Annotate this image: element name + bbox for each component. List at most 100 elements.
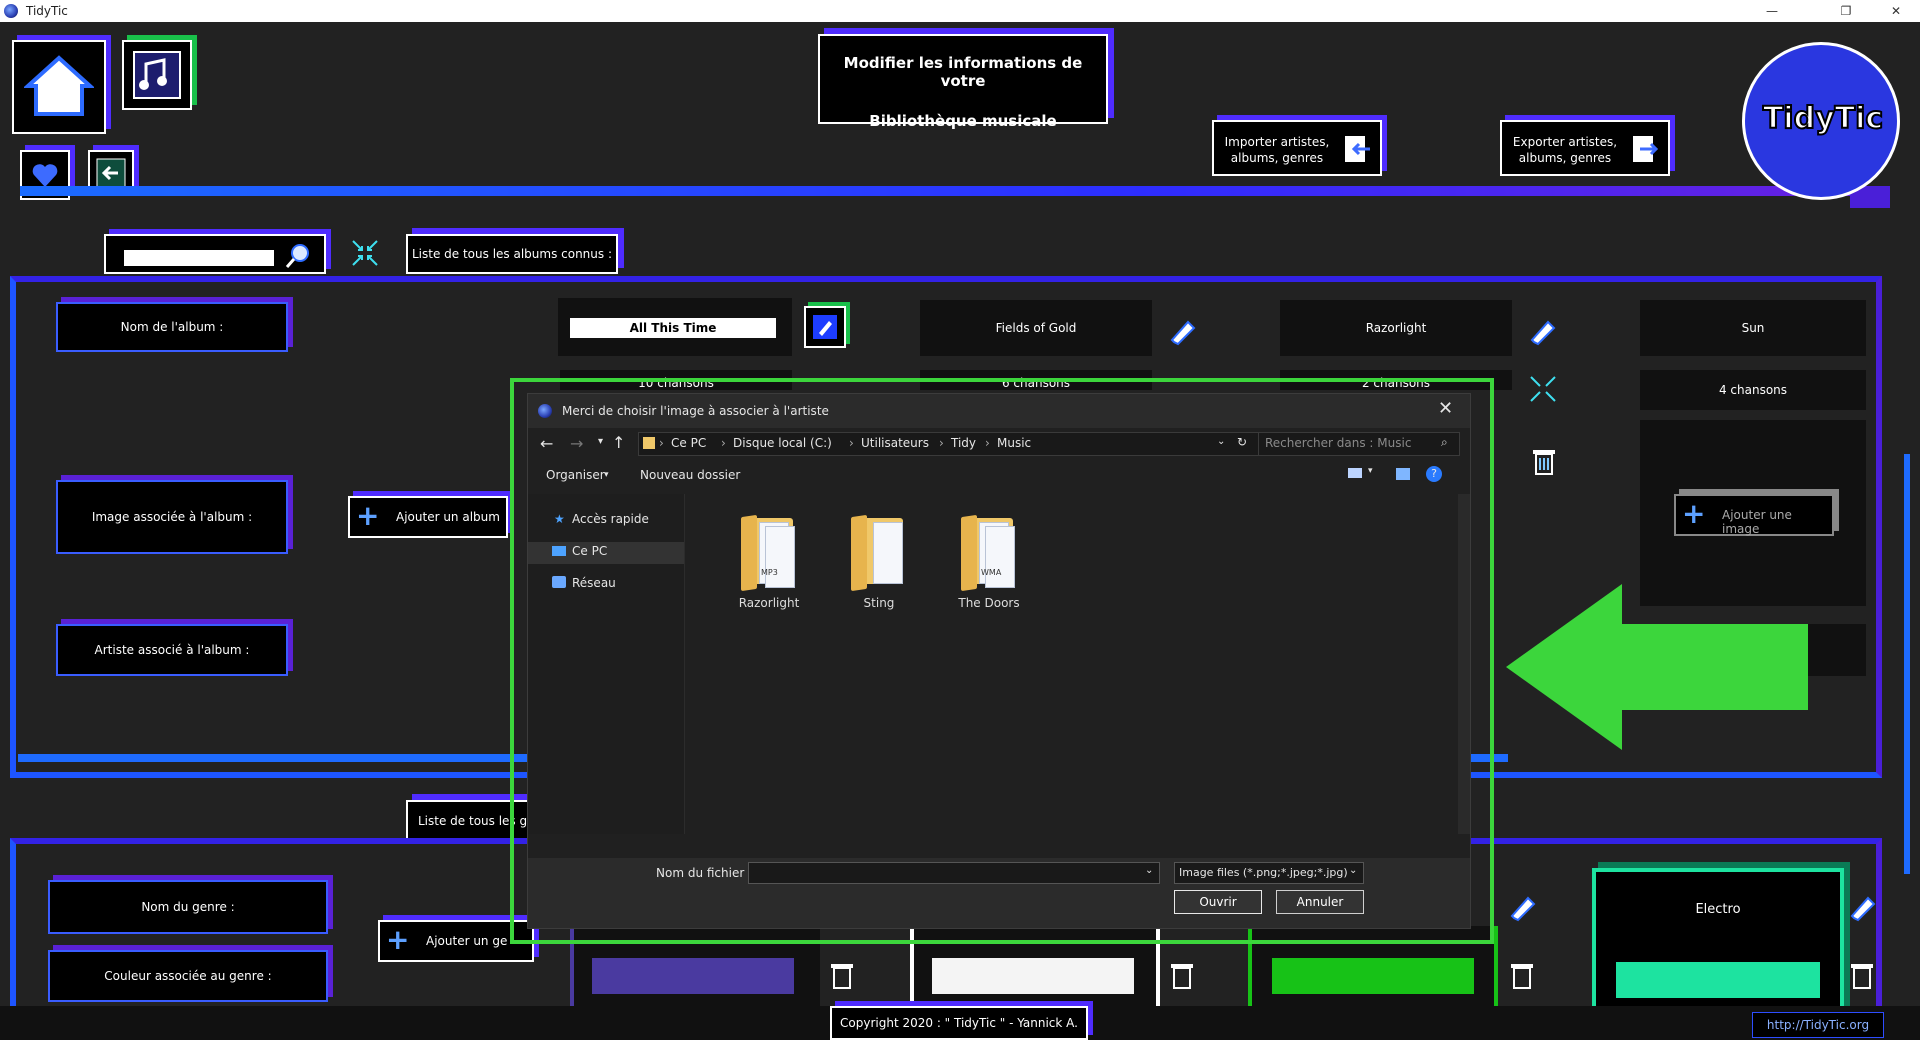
genre-electro-name: Electro	[1695, 902, 1741, 917]
import-icon	[1345, 136, 1370, 162]
collapse-album-icon[interactable]	[1528, 374, 1558, 404]
cancel-button[interactable]: Annuler	[1276, 890, 1364, 914]
website-link[interactable]: http://TidyTic.org	[1752, 1012, 1884, 1038]
green-arrow-annotation	[1506, 584, 1808, 750]
preview-pane-icon[interactable]	[1396, 468, 1410, 480]
add-genre-label: Ajouter un ge	[426, 934, 508, 948]
folder-sting[interactable]: Sting	[834, 512, 924, 610]
address-dropdown-icon[interactable]: ⌄	[1217, 436, 1225, 447]
genre-electro-swatch[interactable]	[1616, 962, 1820, 998]
genre-color-swatch-2[interactable]	[932, 958, 1134, 994]
folder-the-doors-badge: WMA	[981, 568, 1002, 577]
breadcrumb-tidy[interactable]: Tidy	[951, 436, 976, 450]
folder-razorlight-name: Razorlight	[738, 596, 800, 610]
dialog-scrollbar[interactable]	[1458, 494, 1470, 834]
dialog-search-placeholder: Rechercher dans : Music	[1265, 436, 1412, 450]
nav-quick-access[interactable]: Accès rapide	[572, 512, 649, 526]
folder-sting-icon	[851, 512, 907, 592]
breadcrumb-ce-pc[interactable]: Ce PC	[671, 436, 706, 450]
nav-up-icon[interactable]: ↑	[612, 433, 625, 452]
edit-album-3-icon[interactable]	[1528, 316, 1558, 346]
genre-4-trash-icon[interactable]	[1848, 960, 1876, 990]
folder-razorlight-badge: MP3	[761, 568, 778, 577]
albums-tab[interactable]: Liste de tous les albums connus :	[406, 234, 618, 274]
dialog-search-box[interactable]: Rechercher dans : Music ⌕	[1258, 432, 1460, 456]
dialog-titlebar: Merci de choisir l'image à associer à l'…	[528, 394, 1470, 428]
dialog-search-icon: ⌕	[1441, 435, 1448, 449]
add-album-label: Ajouter un album	[396, 510, 500, 524]
tidytic-logo: TidyTic	[1742, 42, 1900, 200]
logo-text: TidyTic	[1762, 100, 1884, 137]
new-folder-button[interactable]: Nouveau dossier	[640, 468, 740, 482]
filetype-select[interactable]: Image files (*.png;*.jpeg;*.jpg) ⌄	[1174, 862, 1364, 884]
export-label: Exporter artistes, albums, genres	[1512, 135, 1618, 165]
search-icon[interactable]	[284, 242, 312, 270]
genre-1-trash-icon[interactable]	[828, 960, 856, 990]
music-note-icon	[133, 51, 181, 99]
home-button[interactable]	[12, 40, 106, 134]
breadcrumb-disk[interactable]: Disque local (C:)	[733, 436, 832, 450]
breadcrumb-sep-2: ›	[849, 436, 854, 450]
genre-name-label: Nom du genre :	[48, 880, 328, 934]
page-title-line1: Modifier les informations de votre	[843, 54, 1083, 90]
music-library-button[interactable]	[122, 40, 192, 110]
address-bar[interactable]: › Ce PC › Disque local (C:) › Utilisateu…	[638, 432, 1260, 456]
album-card-4-name: Sun	[1640, 300, 1866, 356]
nav-network[interactable]: Réseau	[572, 576, 616, 590]
refresh-icon[interactable]: ↻	[1237, 435, 1247, 449]
album-name-input[interactable]: All This Time	[570, 318, 776, 338]
folder-razorlight[interactable]: MP3 Razorlight	[724, 512, 814, 610]
folder-sting-name: Sting	[863, 596, 895, 610]
this-pc-icon	[552, 546, 566, 556]
filetype-dropdown-icon: ⌄	[1349, 865, 1358, 876]
edit-genre-4-icon[interactable]	[1848, 892, 1878, 922]
album-search-box	[104, 234, 326, 274]
genre-3-trash-icon[interactable]	[1508, 960, 1536, 990]
page-scrollbar[interactable]	[1904, 454, 1910, 874]
dialog-close-icon[interactable]: ✕	[1438, 400, 1453, 418]
breadcrumb-utilisateurs[interactable]: Utilisateurs	[861, 436, 929, 450]
recent-locations-icon[interactable]: ▾	[598, 436, 603, 447]
genre-color-swatch-3[interactable]	[1272, 958, 1474, 994]
header-divider	[20, 186, 1890, 196]
breadcrumb-sep-3: ›	[939, 436, 944, 450]
nav-back-icon[interactable]: ←	[540, 434, 553, 453]
close-window-button[interactable]: ✕	[1876, 2, 1916, 20]
add-image-button[interactable]: + Ajouter une image	[1674, 494, 1834, 536]
filename-label: Nom du fichier :	[656, 866, 753, 880]
album-card-2-name: Fields of Gold	[920, 300, 1152, 356]
network-icon	[552, 576, 566, 588]
view-options-icon[interactable]	[1348, 468, 1362, 478]
genre-card-electro: Electro	[1592, 868, 1844, 1028]
back-arrow-icon	[96, 158, 126, 188]
home-icon	[24, 55, 94, 116]
organiser-dropdown-icon[interactable]: ▾	[604, 470, 609, 480]
filename-input[interactable]: ⌄	[748, 862, 1160, 884]
trash-icon[interactable]	[1530, 446, 1558, 476]
maximize-button[interactable]: ❐	[1826, 2, 1866, 20]
breadcrumb-music[interactable]: Music	[997, 436, 1031, 450]
filename-dropdown-icon[interactable]: ⌄	[1145, 865, 1153, 876]
edit-genre-3-icon[interactable]	[1508, 892, 1538, 922]
add-album-button[interactable]: + Ajouter un album	[348, 496, 508, 538]
edit-album-2-icon[interactable]	[1168, 316, 1198, 346]
album-search-input[interactable]	[124, 250, 274, 266]
collapse-icon[interactable]	[350, 238, 380, 268]
minimize-button[interactable]: —	[1752, 2, 1792, 20]
page-title-line2: Bibliothèque musicale	[869, 112, 1057, 130]
organiser-menu[interactable]: Organiser	[546, 468, 605, 482]
genre-2-trash-icon[interactable]	[1168, 960, 1196, 990]
album-image-label: Image associée à l'album :	[56, 480, 288, 554]
genre-color-swatch-1[interactable]	[592, 958, 794, 994]
folder-the-doors-name: The Doors	[958, 596, 1020, 610]
view-dropdown-icon[interactable]: ▾	[1368, 466, 1373, 476]
help-icon[interactable]: ?	[1426, 466, 1442, 482]
export-button[interactable]: Exporter artistes, albums, genres	[1500, 120, 1670, 176]
nav-this-pc[interactable]: Ce PC	[572, 544, 607, 558]
import-button[interactable]: Importer artistes, albums, genres	[1212, 120, 1382, 176]
folder-small-icon	[643, 437, 655, 449]
open-button[interactable]: Ouvrir	[1174, 890, 1262, 914]
validate-album-button[interactable]	[804, 306, 846, 348]
nav-forward-icon[interactable]: →	[570, 434, 583, 453]
folder-the-doors[interactable]: WMA The Doors	[944, 512, 1034, 610]
